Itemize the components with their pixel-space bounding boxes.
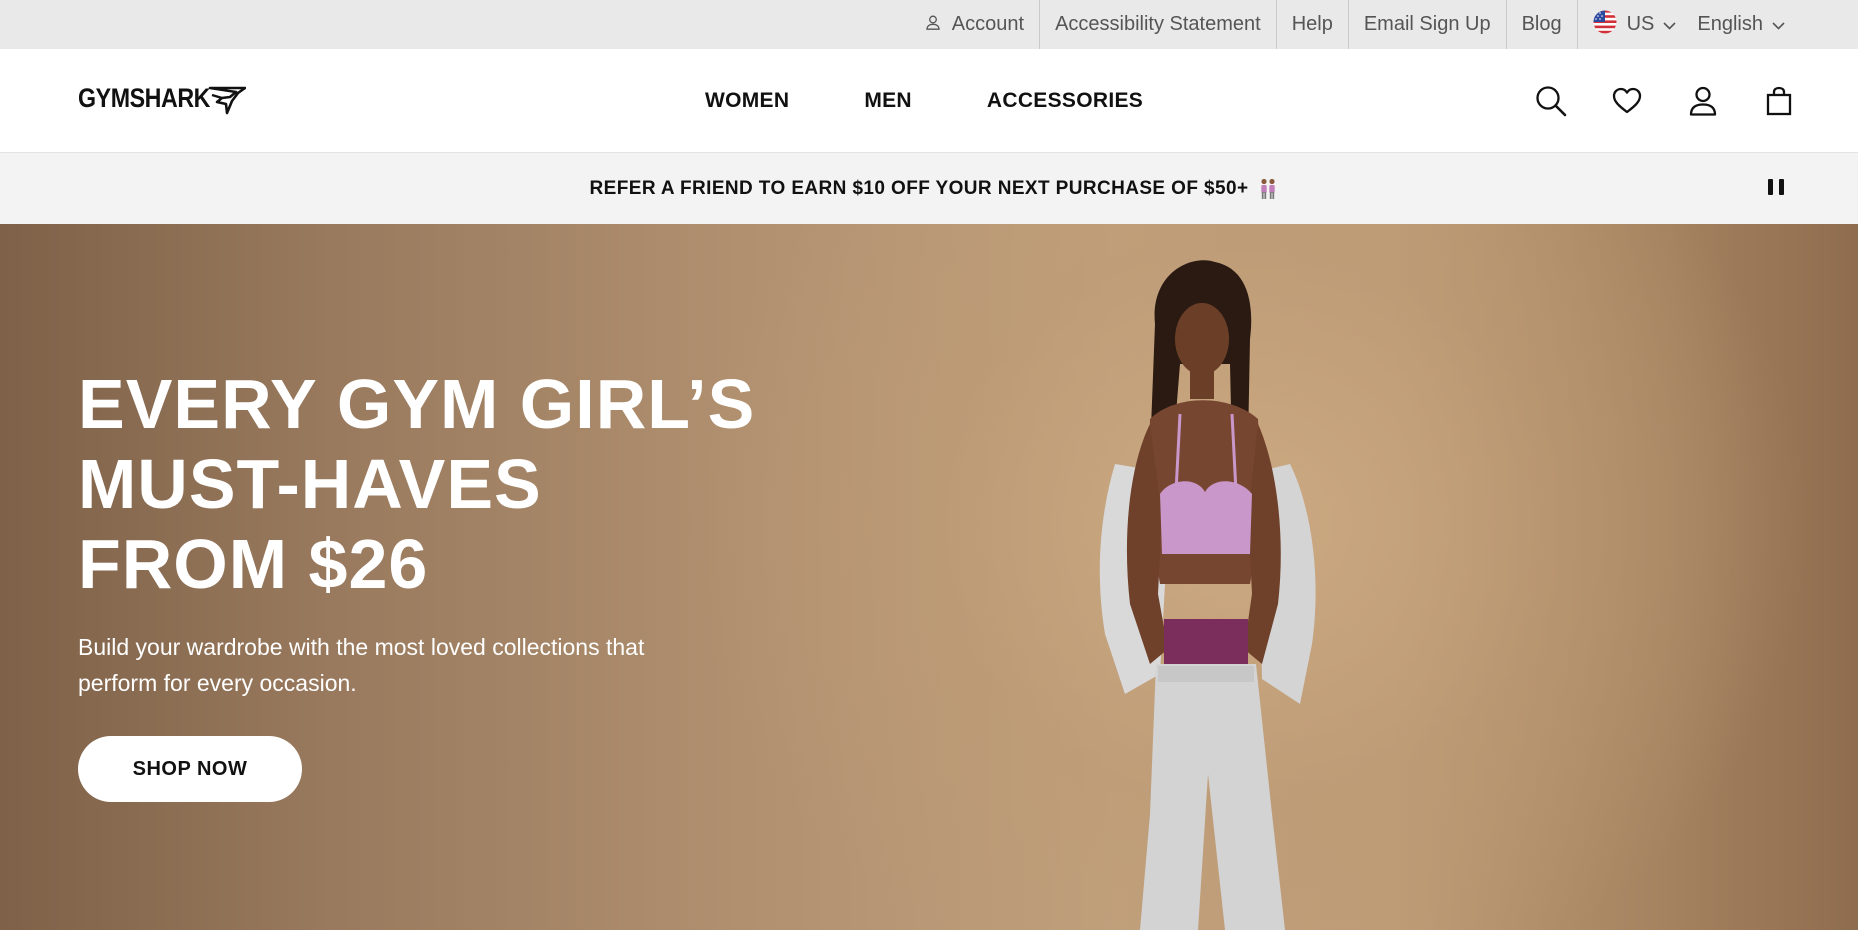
language-label: English xyxy=(1697,13,1763,35)
region-label: US xyxy=(1626,13,1655,35)
us-flag-icon xyxy=(1593,10,1617,40)
model-photo xyxy=(1099,260,1316,930)
language-selector[interactable]: English xyxy=(1691,0,1800,49)
main-nav: WOMEN MEN ACCESSORIES xyxy=(705,49,1143,153)
blog-link[interactable]: Blog xyxy=(1505,0,1577,49)
blog-label: Blog xyxy=(1521,13,1562,35)
header-actions xyxy=(1492,49,1796,153)
pause-icon-bar xyxy=(1779,179,1784,195)
person-icon xyxy=(926,13,940,36)
help-label: Help xyxy=(1291,13,1333,35)
search-icon[interactable] xyxy=(1534,84,1568,118)
utility-bar: Account Accessibility Statement Help Ema… xyxy=(0,0,1858,49)
email-signup-label: Email Sign Up xyxy=(1363,13,1491,35)
account-link[interactable]: Account xyxy=(911,0,1039,49)
chevron-down-icon xyxy=(1663,13,1676,36)
shark-logo-icon xyxy=(208,85,247,120)
hero-title: EVERY GYM GIRL’S MUST-HAVES FROM $26 xyxy=(78,364,755,604)
account-label: Account xyxy=(951,13,1025,35)
accessibility-label: Accessibility Statement xyxy=(1055,13,1261,35)
help-link[interactable]: Help xyxy=(1275,0,1348,49)
region-selector[interactable]: US xyxy=(1576,0,1692,49)
main-header: GYMSHARK WOMEN MEN ACCESSORIES xyxy=(0,49,1858,153)
logo-wordmark: GYMSHARK xyxy=(78,83,211,113)
pause-icon-bar xyxy=(1768,179,1773,195)
bag-icon[interactable] xyxy=(1762,84,1796,118)
nav-women[interactable]: WOMEN xyxy=(705,89,789,113)
hero-title-line: MUST-HAVES xyxy=(78,445,542,523)
hero-banner: EVERY GYM GIRL’S MUST-HAVES FROM $26 Bui… xyxy=(0,224,1858,930)
promo-text[interactable]: REFER A FRIEND TO EARN $10 OFF YOUR NEXT… xyxy=(590,178,1249,200)
account-icon[interactable] xyxy=(1686,84,1720,118)
promo-banner: REFER A FRIEND TO EARN $10 OFF YOUR NEXT… xyxy=(0,153,1858,224)
gymshark-logo[interactable]: GYMSHARK xyxy=(78,83,247,115)
friends-emoji-icon xyxy=(1258,178,1278,200)
email-signup-link[interactable]: Email Sign Up xyxy=(1347,0,1506,49)
nav-men[interactable]: MEN xyxy=(864,89,912,113)
shop-now-button[interactable]: SHOP NOW xyxy=(78,736,302,802)
chevron-down-icon xyxy=(1772,13,1785,36)
accessibility-statement-link[interactable]: Accessibility Statement xyxy=(1039,0,1276,49)
pause-button[interactable] xyxy=(1768,179,1784,197)
hero-title-line: EVERY GYM GIRL’S xyxy=(78,365,756,443)
nav-accessories[interactable]: ACCESSORIES xyxy=(987,89,1143,113)
hero-subtitle: Build your wardrobe with the most loved … xyxy=(78,634,645,696)
hero-title-line: FROM $26 xyxy=(78,525,429,603)
heart-icon[interactable] xyxy=(1610,84,1644,118)
